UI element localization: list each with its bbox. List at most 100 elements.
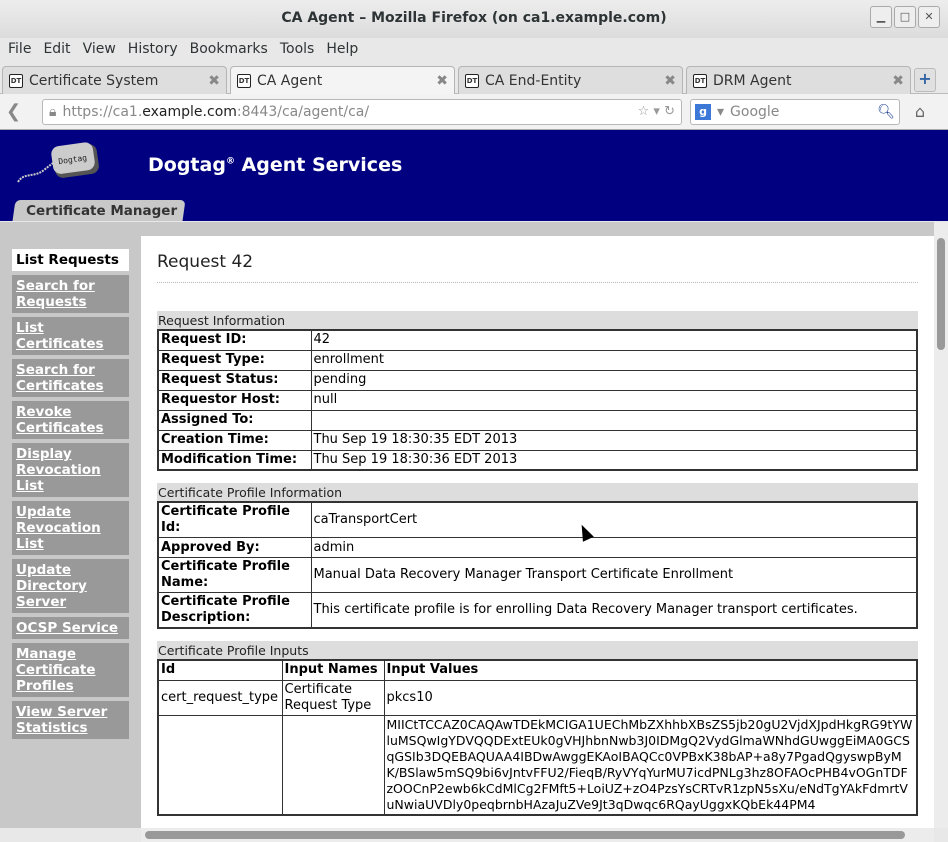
tab-strip: DT Certificate System ✖ DT CA Agent ✖ DT CA E… [0,64,948,94]
maximize-icon[interactable]: □ [894,6,916,28]
field-label: Requestor Host: [157,389,312,411]
horizontal-scrollbar[interactable] [141,828,934,842]
sidebar: List Requests Search for Requests List C… [12,249,129,743]
table-row: Request Status: pending [157,369,918,391]
close-tab-icon[interactable]: ✖ [664,73,676,89]
table-row: MIICtTCCAZ0CAQAwTDEkMCIGA1UEChMbZXhhbXBs… [157,714,918,815]
dogtag-logo-icon: Dogtag [17,142,99,183]
menu-bookmarks[interactable]: Bookmarks [184,38,274,64]
table-row: Approved By: admin [157,537,918,558]
sidebar-item-list-certificates[interactable]: List Certificates [12,317,129,355]
field-value: caTransportCert [310,501,918,538]
section-heading: Request Information [157,311,918,329]
input-name: Certificate Request Type [281,679,385,716]
tab-certificate-system[interactable]: DT Certificate System ✖ [2,66,227,94]
field-value: Thu Sep 19 18:30:35 EDT 2013 [310,429,918,451]
table-row: Request ID: 42 [157,329,918,351]
google-icon[interactable]: g [695,103,711,120]
tab-label: CA End-Entity [485,72,582,89]
section-heading: Certificate Profile Inputs [157,641,918,659]
reload-icon[interactable]: ↻ [664,104,675,119]
url-bar[interactable]: 🔒︎ https://ca1.example.com:8443/ca/agent/… [42,98,682,125]
field-value: null [310,389,918,411]
minimize-icon[interactable]: ▁ [870,6,892,28]
dogtag-favicon-icon: DT [9,73,23,88]
tab-ca-agent[interactable]: DT CA Agent ✖ [230,66,455,94]
tab-certificate-manager[interactable]: Certificate Manager [12,200,186,221]
sidebar-item-update-directory-server[interactable]: Update Directory Server [12,559,129,613]
home-icon[interactable]: ⌂ [908,102,932,121]
field-value: Manual Data Recovery Manager Transport C… [310,557,918,593]
new-tab-button[interactable]: + [914,68,936,92]
sidebar-item-manage-profiles[interactable]: Manage Certificate Profiles [12,643,129,697]
page-title: Request 42 [157,252,918,283]
url-host: example.com [142,103,237,120]
scrollbar-thumb[interactable] [145,831,905,839]
sidebar-item-display-revocation-list[interactable]: Display Revocation List [12,443,129,497]
dogtag-favicon-icon: DT [465,73,479,88]
input-name [281,714,385,815]
input-id [157,714,283,815]
table-row: Request Type: enrollment [157,349,918,371]
field-value [310,409,918,431]
menu-history[interactable]: History [122,38,184,64]
close-tab-icon[interactable]: ✖ [892,73,904,89]
sidebar-item-list-requests[interactable]: List Requests [12,249,129,271]
input-value: pkcs10 [383,679,918,716]
field-value: pending [310,369,918,391]
vertical-scrollbar[interactable] [934,222,948,828]
field-label: Approved By: [157,537,312,558]
column-header: Input Names [281,659,385,681]
column-header: Id [157,659,283,681]
tab-ca-end-entity[interactable]: DT CA End-Entity ✖ [458,66,683,94]
close-tab-icon[interactable]: ✖ [208,73,220,89]
menu-tools[interactable]: Tools [274,38,321,64]
dropdown-icon[interactable]: ▾ [653,104,660,119]
menu-view[interactable]: View [77,38,122,64]
menu-file[interactable]: File [2,38,37,64]
profile-info-table: Certificate Profile Id: caTransportCert A… [157,501,918,629]
field-label: Certificate Profile Name: [157,557,312,593]
menu-bar: File Edit View History Bookmarks Tools Help [0,38,948,64]
column-header: Input Values [383,659,918,681]
field-value: 42 [310,329,918,351]
search-engine-dropdown-icon[interactable]: ▾ [717,104,724,120]
tab-drm-agent[interactable]: DT DRM Agent ✖ [686,66,911,94]
tab-label: DRM Agent [713,72,792,89]
search-icon[interactable]: 🔍︎ [877,104,895,120]
table-row: Requestor Host: null [157,389,918,411]
back-icon[interactable]: ❮ [6,101,34,122]
window-title: CA Agent – Mozilla Firefox (on ca1.examp… [281,10,667,26]
bookmark-star-icon[interactable]: ☆ [638,104,650,119]
sidebar-item-update-revocation-list[interactable]: Update Revocation List [12,501,129,555]
tab-label: Certificate System [29,72,159,89]
search-box[interactable]: g ▾ Google 🔍︎ [690,98,900,125]
close-icon[interactable]: ✕ [918,6,940,28]
field-value: admin [310,537,918,558]
dogtag-favicon-icon: DT [237,73,251,88]
table-row: cert_request_type Certificate Request Typ… [157,679,918,716]
sidebar-item-server-statistics[interactable]: View Server Statistics [12,701,129,739]
main-area: List Requests Search for Requests List C… [0,222,934,828]
sidebar-item-search-certificates[interactable]: Search for Certificates [12,359,129,397]
search-placeholder: Google [730,103,780,120]
banner-title: Dogtag® Agent Services [148,154,403,176]
sidebar-item-ocsp-service[interactable]: OCSP Service [12,617,129,639]
dogtag-banner: Dogtag Dogtag® Agent Services Certificat… [0,130,948,221]
table-row: Certificate Profile Name: Manual Data Rec… [157,557,918,593]
sidebar-item-revoke-certificates[interactable]: Revoke Certificates [12,401,129,439]
field-value: This certificate profile is for enrollin… [310,592,918,629]
close-tab-icon[interactable]: ✖ [436,73,448,89]
profile-inputs-table: Id Input Names Input Values cert_request_t… [157,659,918,816]
scrollbar-thumb[interactable] [937,238,945,350]
menu-help[interactable]: Help [320,38,364,64]
menu-edit[interactable]: Edit [37,38,76,64]
sidebar-item-search-requests[interactable]: Search for Requests [12,275,129,313]
field-label: Assigned To: [157,409,312,431]
field-label: Modification Time: [157,449,312,471]
table-row: Assigned To: [157,409,918,431]
window-titlebar: CA Agent – Mozilla Firefox (on ca1.examp… [0,0,948,38]
table-row: Certificate Profile Id: caTransportCert [157,501,918,538]
field-label: Request Status: [157,369,312,391]
input-id: cert_request_type [157,679,283,716]
